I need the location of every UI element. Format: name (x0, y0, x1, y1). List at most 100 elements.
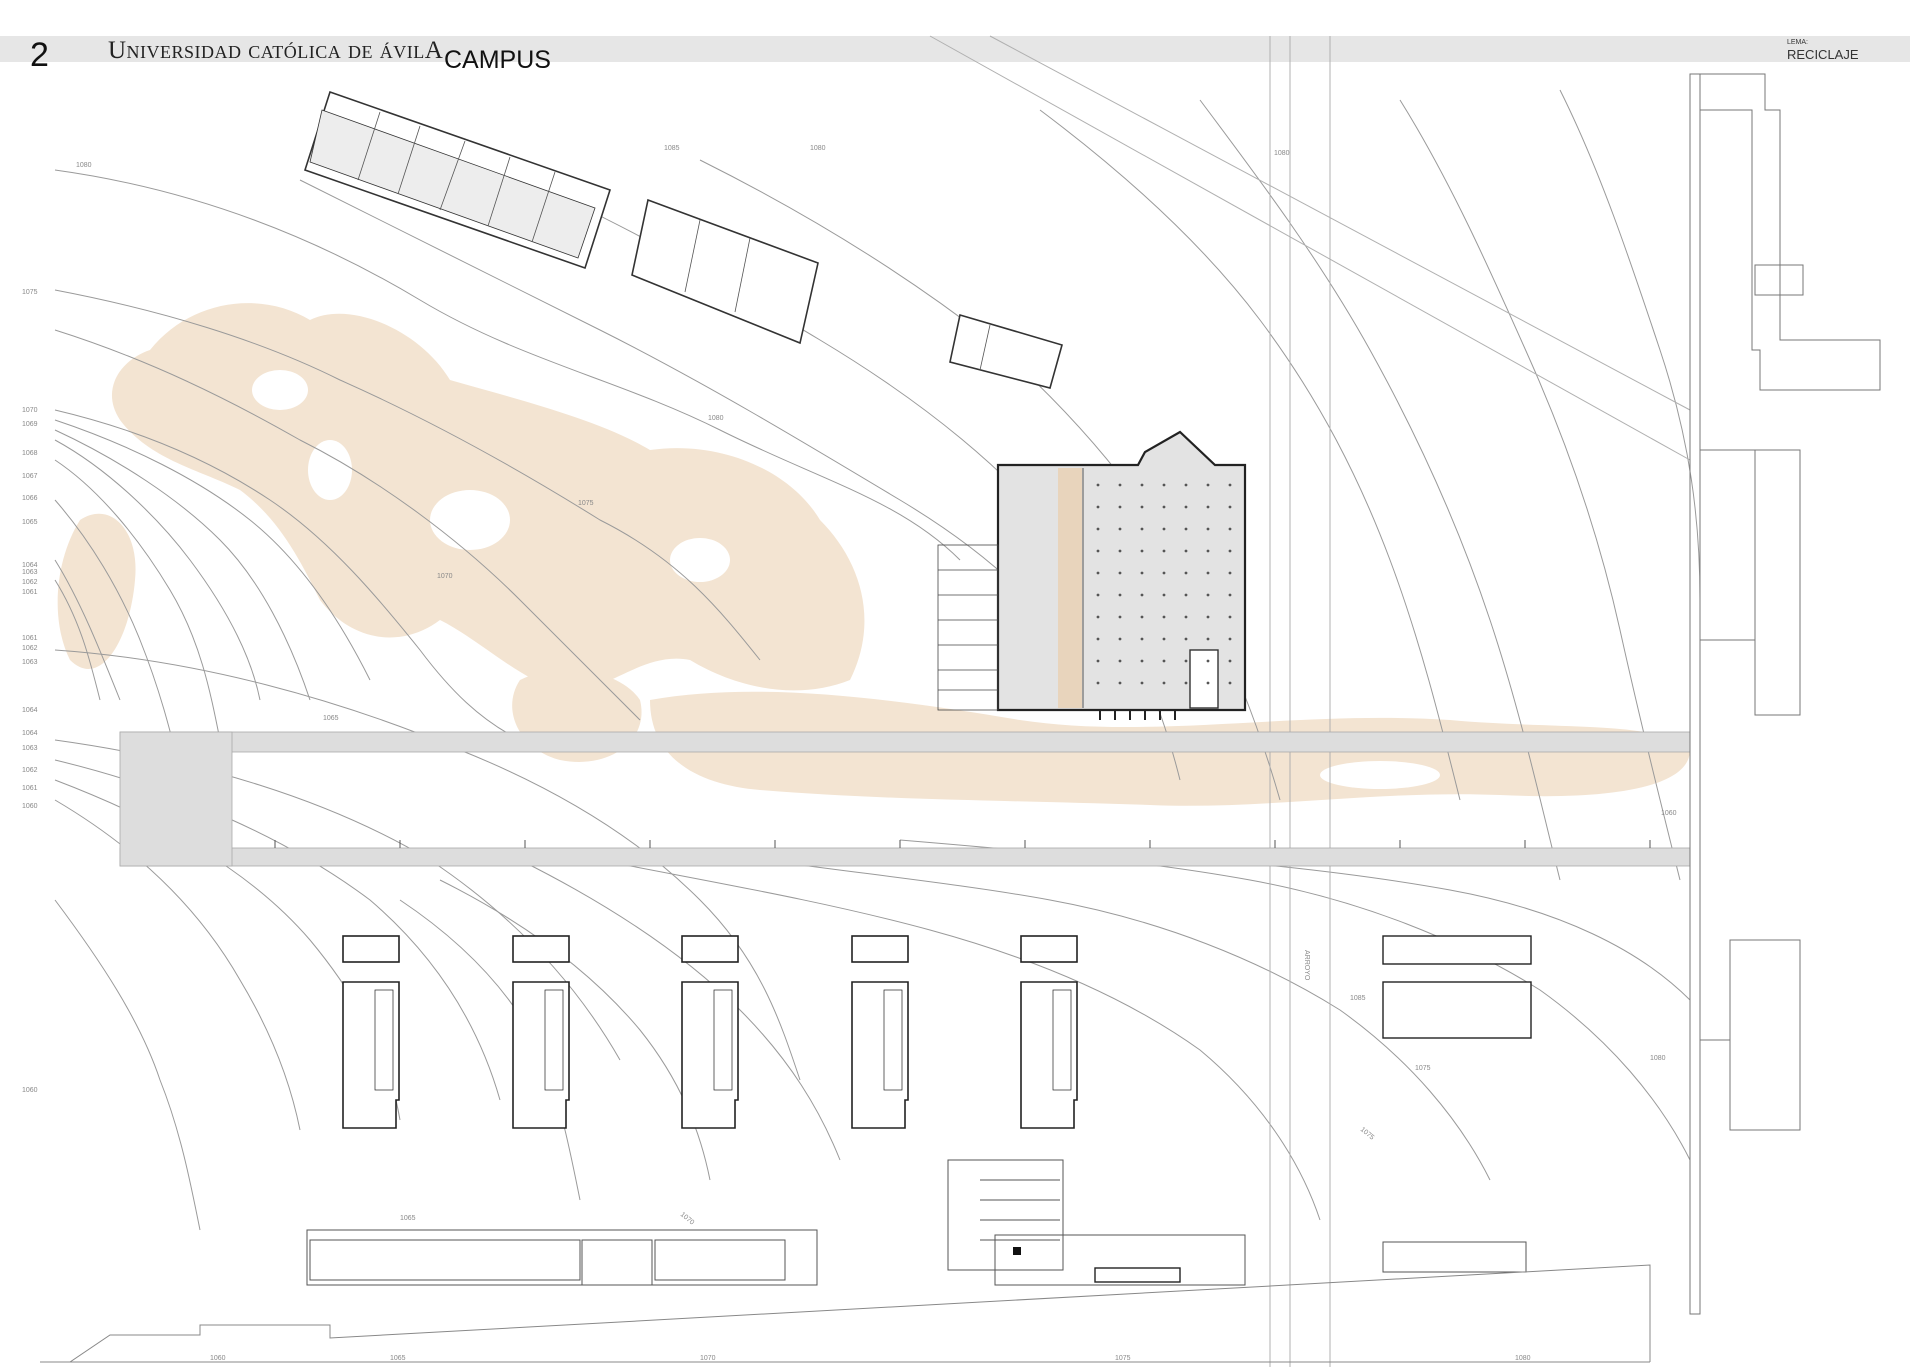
structural-column (1096, 505, 1100, 509)
structural-column (1140, 549, 1144, 553)
structural-column (1096, 571, 1100, 575)
structural-column (1206, 615, 1210, 619)
residence-block-top (851, 935, 909, 963)
structural-column (1206, 571, 1210, 575)
structural-column (1140, 571, 1144, 575)
structural-column (1206, 593, 1210, 597)
bottom-building-inner-2 (581, 1239, 653, 1286)
structural-column (1228, 527, 1232, 531)
section-building-low (1729, 939, 1801, 1131)
bottom-buildings (306, 1159, 1527, 1286)
structural-column (1140, 615, 1144, 619)
structural-column (1228, 615, 1232, 619)
residence-block-top (512, 935, 570, 963)
contour-label-left: 1064 (22, 562, 38, 569)
bottom-axis-label: 1075 (1115, 1355, 1131, 1362)
contour-label-left: 1075 (22, 289, 38, 296)
structural-column (1096, 615, 1100, 619)
bottom-elevation (40, 1264, 1651, 1363)
road-ticks (274, 840, 1651, 848)
contour-label-left: 1063 (22, 569, 38, 576)
central-wood-strip (1058, 468, 1082, 708)
contour-line (1559, 89, 1701, 601)
contour-label-left: 1062 (22, 579, 38, 586)
contour-label-left: 1063 (22, 659, 38, 666)
structural-column (1162, 659, 1166, 663)
entrance-marks (1099, 710, 1176, 720)
structural-column (1228, 549, 1232, 553)
road-band-left-block (119, 731, 233, 867)
structural-column (1184, 505, 1188, 509)
bottom-far-right (1382, 1241, 1527, 1273)
contour-line (899, 839, 1691, 1161)
bottom-axis-label: 1070 (700, 1355, 716, 1362)
structural-column (1162, 615, 1166, 619)
contour-label-left: 1061 (22, 785, 38, 792)
contour-label-left: 1061 (22, 589, 38, 596)
structural-column (1206, 659, 1210, 663)
structural-column (1118, 593, 1122, 597)
structural-column (1184, 659, 1188, 663)
structural-column (1228, 571, 1232, 575)
structural-column (1184, 571, 1188, 575)
residence-block (512, 981, 570, 1129)
structural-column (1118, 549, 1122, 553)
bottom-axis-label: 1060 (210, 1355, 226, 1362)
structural-column (1118, 505, 1122, 509)
structural-column (1228, 681, 1232, 685)
residence-block-top (1020, 935, 1078, 963)
structural-column (1206, 681, 1210, 685)
bottom-building-center (947, 1159, 1064, 1271)
bottom-axis-label: 1065 (390, 1355, 406, 1362)
bottom-building-inner-1 (309, 1239, 581, 1281)
contour-label-left: 1062 (22, 645, 38, 652)
structural-column (1140, 593, 1144, 597)
bottom-axis-label: 1080 (1515, 1355, 1531, 1362)
contour-label-left: 1066 (22, 495, 38, 502)
structural-column (1096, 483, 1100, 487)
structural-column (1096, 681, 1100, 685)
contour-line (439, 879, 711, 1181)
structural-column (1184, 483, 1188, 487)
structural-column (1206, 483, 1210, 487)
section-building-upper (1700, 73, 1881, 391)
residence-blocks (342, 935, 1078, 1129)
structural-column (1184, 549, 1188, 553)
structural-column (1096, 637, 1100, 641)
section-strip-frame (1689, 73, 1701, 1315)
structural-column (1162, 549, 1166, 553)
lower-right-body (1382, 981, 1532, 1039)
lower-right-pavilion (1382, 935, 1532, 1039)
contour-label-plan: 1080 (76, 162, 92, 169)
terrain-hole (308, 440, 352, 500)
contour-label-plan: 1065 (323, 715, 339, 722)
structural-column (1140, 637, 1144, 641)
contour-label-left: 1068 (22, 450, 38, 457)
structural-column (1162, 681, 1166, 685)
structural-column (1228, 659, 1232, 663)
left-contour-labels: 1075107010691068106710661065106410631062… (22, 289, 38, 1094)
bottom-building-right (994, 1234, 1246, 1286)
contour-label-left: 1064 (22, 707, 38, 714)
bottom-axis-labels: 1060 1065 1070 1075 1080 (210, 1355, 1531, 1362)
contour-label-plan: 1080 (708, 415, 724, 422)
structural-column (1140, 681, 1144, 685)
contour-line (1099, 849, 1691, 1001)
structural-column (1118, 681, 1122, 685)
residence-block-top (681, 935, 739, 963)
contour-label-left: 1062 (22, 767, 38, 774)
contour-label-left: 1069 (22, 421, 38, 428)
structural-column (1118, 637, 1122, 641)
structural-column (1184, 681, 1188, 685)
bottom-square (1013, 1247, 1021, 1255)
structural-column (1118, 483, 1122, 487)
terrain-hole (1320, 761, 1440, 789)
right-section-strip (1689, 73, 1881, 1315)
contour-line (54, 899, 201, 1231)
contour-label-left: 1060 (22, 803, 38, 810)
contour-label-plan: 1070 (437, 573, 453, 580)
bottom-bar (1094, 1267, 1181, 1283)
contour-label-plan: 1085 (1350, 995, 1366, 1002)
structural-column (1162, 571, 1166, 575)
pavilion-3 (949, 313, 1063, 389)
